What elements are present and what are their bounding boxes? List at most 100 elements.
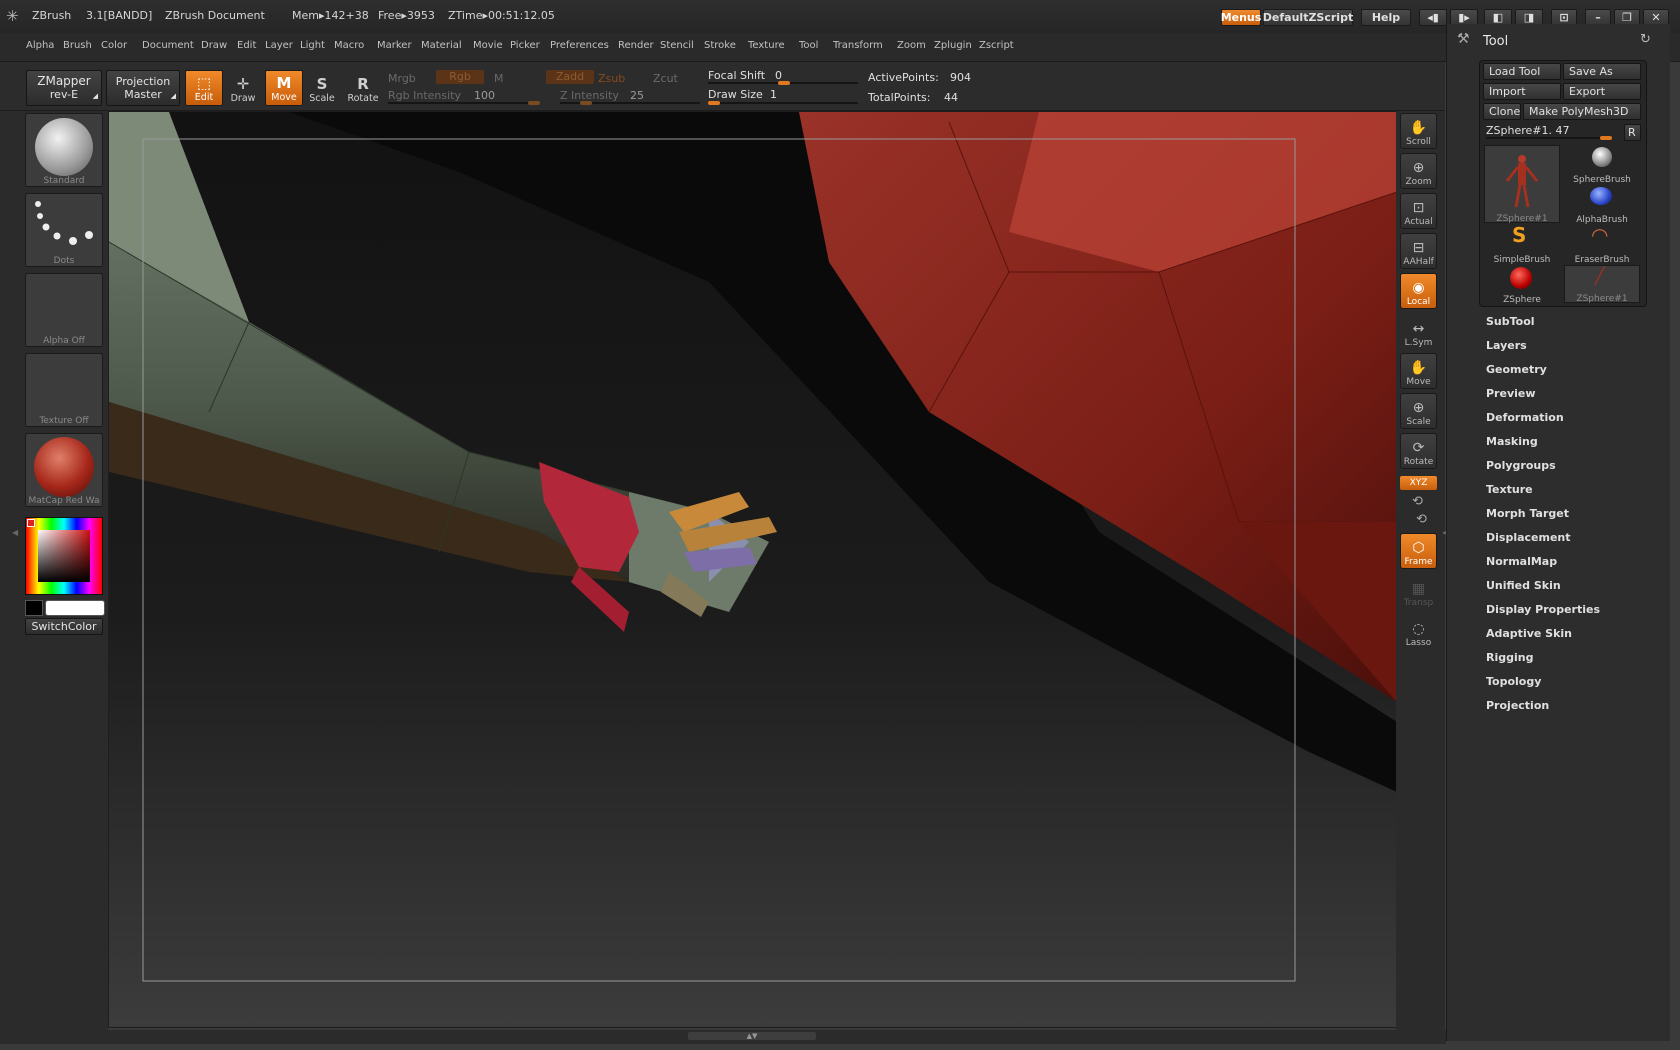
tool-slider-track[interactable] bbox=[1486, 137, 1610, 139]
menu-material[interactable]: Material bbox=[421, 40, 462, 51]
primary-color-swatch[interactable] bbox=[45, 600, 105, 616]
tool-thumb-zsphere1-large[interactable]: ZSphere#1 bbox=[1484, 145, 1560, 224]
rgb-intensity-track[interactable] bbox=[388, 102, 540, 104]
menu-layer[interactable]: Layer bbox=[265, 40, 293, 51]
menus-button[interactable]: Menus bbox=[1221, 9, 1261, 26]
menu-draw[interactable]: Draw bbox=[201, 40, 227, 51]
menu-transform[interactable]: Transform bbox=[833, 40, 883, 51]
rgb-button[interactable]: Rgb bbox=[436, 70, 484, 84]
scale-button[interactable]: S Scale bbox=[303, 70, 341, 106]
menu-alpha[interactable]: Alpha bbox=[26, 40, 54, 51]
viewport-render[interactable] bbox=[109, 112, 1397, 1027]
draw-size-track[interactable] bbox=[708, 102, 858, 104]
material-selector[interactable]: MatCap Red Wa bbox=[25, 433, 103, 507]
switch-color-button[interactable]: SwitchColor bbox=[25, 618, 103, 635]
tool-section-topology[interactable]: Topology bbox=[1486, 675, 1541, 688]
menu-picker[interactable]: Picker bbox=[510, 40, 540, 51]
tool-panel-title[interactable]: Tool bbox=[1483, 34, 1508, 49]
xyz-button[interactable]: XYZ bbox=[1400, 476, 1437, 490]
menu-zplugin[interactable]: Zplugin bbox=[934, 40, 972, 51]
z-intensity-slider[interactable] bbox=[580, 101, 592, 105]
rotate-view-button[interactable]: ⟳ Rotate bbox=[1400, 433, 1437, 469]
menu-stroke[interactable]: Stroke bbox=[704, 40, 736, 51]
stroke-selector[interactable]: Dots bbox=[25, 193, 103, 267]
draw-size-slider[interactable] bbox=[708, 101, 720, 105]
zadd-button[interactable]: Zadd bbox=[546, 70, 594, 84]
zmapper-button[interactable]: ZMapper rev-E ◢ bbox=[26, 70, 102, 106]
brush-selector[interactable]: Standard bbox=[25, 113, 103, 187]
menu-brush[interactable]: Brush bbox=[63, 40, 92, 51]
scale-view-button[interactable]: ⊕ Scale bbox=[1400, 393, 1437, 429]
color-picker[interactable] bbox=[25, 517, 103, 595]
menu-preferences[interactable]: Preferences bbox=[550, 40, 609, 51]
tool-thumb-spherebrush[interactable]: SphereBrush bbox=[1564, 145, 1640, 185]
tool-section-projection[interactable]: Projection bbox=[1486, 699, 1549, 712]
texture-selector[interactable]: Texture Off bbox=[25, 353, 103, 427]
menu-tool[interactable]: Tool bbox=[799, 40, 818, 51]
tool-thumb-eraserbrush[interactable]: ◠ EraserBrush bbox=[1564, 223, 1640, 265]
menu-edit[interactable]: Edit bbox=[237, 40, 256, 51]
move-button[interactable]: M Move bbox=[265, 70, 303, 106]
tool-thumb-zsphere[interactable]: ZSphere bbox=[1484, 265, 1560, 305]
clone-button[interactable]: Clone bbox=[1483, 103, 1521, 120]
color-square[interactable] bbox=[38, 530, 90, 582]
help-button[interactable]: Help bbox=[1361, 9, 1411, 26]
tool-section-layers[interactable]: Layers bbox=[1486, 339, 1527, 352]
lasso-button[interactable]: ◌ Lasso bbox=[1400, 613, 1437, 649]
tool-section-unified-skin[interactable]: Unified Skin bbox=[1486, 579, 1561, 592]
default-zscript-button[interactable]: DefaultZScript bbox=[1263, 9, 1353, 26]
edit-button[interactable]: ⬚ Edit bbox=[185, 70, 223, 106]
menu-color[interactable]: Color bbox=[101, 40, 127, 51]
export-button[interactable]: Export bbox=[1563, 83, 1641, 100]
move-view-button[interactable]: ✋ Move bbox=[1400, 353, 1437, 389]
tool-section-subtool[interactable]: SubTool bbox=[1486, 315, 1535, 328]
mrgb-button[interactable]: Mrgb bbox=[388, 72, 416, 85]
tool-section-rigging[interactable]: Rigging bbox=[1486, 651, 1533, 664]
tool-section-texture[interactable]: Texture bbox=[1486, 483, 1533, 496]
tool-thumb-zsphere1-small[interactable]: ╱ ZSphere#1 bbox=[1564, 265, 1640, 304]
menu-movie[interactable]: Movie bbox=[473, 40, 503, 51]
tool-section-displacement[interactable]: Displacement bbox=[1486, 531, 1571, 544]
rotate-z-icon[interactable]: ⟲ bbox=[1416, 512, 1427, 527]
tool-thumb-simplebrush[interactable]: S SimpleBrush bbox=[1484, 223, 1560, 265]
bottom-tray-handle[interactable]: ▲▼ bbox=[688, 1032, 816, 1040]
m-button[interactable]: M bbox=[494, 72, 504, 85]
tool-section-morph-target[interactable]: Morph Target bbox=[1486, 507, 1569, 520]
load-tool-button[interactable]: Load Tool bbox=[1483, 63, 1561, 80]
actual-button[interactable]: ⊡ Actual bbox=[1400, 193, 1437, 229]
left-tray-arrow-icon[interactable]: ◀ bbox=[12, 528, 18, 537]
tool-section-geometry[interactable]: Geometry bbox=[1486, 363, 1547, 376]
menu-light[interactable]: Light bbox=[300, 40, 325, 51]
menu-marker[interactable]: Marker bbox=[377, 40, 412, 51]
canvas[interactable] bbox=[108, 111, 1398, 1028]
menu-document[interactable]: Document bbox=[142, 40, 194, 51]
make-polymesh-button[interactable]: Make PolyMesh3D bbox=[1523, 103, 1641, 120]
tool-r-button[interactable]: R bbox=[1624, 124, 1641, 141]
frame-button[interactable]: ⬡ Frame bbox=[1400, 533, 1437, 569]
transp-button[interactable]: ▦ Transp bbox=[1400, 573, 1437, 609]
scroll-button[interactable]: ✋ Scroll bbox=[1400, 113, 1437, 149]
menu-zoom[interactable]: Zoom bbox=[897, 40, 926, 51]
tool-section-masking[interactable]: Masking bbox=[1486, 435, 1538, 448]
menu-macro[interactable]: Macro bbox=[334, 40, 364, 51]
alpha-selector[interactable]: Alpha Off bbox=[25, 273, 103, 347]
draw-button[interactable]: ✛ Draw bbox=[224, 70, 262, 106]
save-as-button[interactable]: Save As bbox=[1563, 63, 1641, 80]
refresh-icon[interactable]: ↻ bbox=[1640, 32, 1651, 47]
tool-thumb-alphabrush[interactable]: AlphaBrush bbox=[1564, 185, 1640, 225]
layout-prev-icon[interactable]: ◂▮ bbox=[1419, 9, 1447, 26]
import-button[interactable]: Import bbox=[1483, 83, 1561, 100]
menu-stencil[interactable]: Stencil bbox=[660, 40, 694, 51]
rotate-button[interactable]: R Rotate bbox=[344, 70, 382, 106]
tool-section-adaptive-skin[interactable]: Adaptive Skin bbox=[1486, 627, 1572, 640]
zoom-button[interactable]: ⊕ Zoom bbox=[1400, 153, 1437, 189]
tool-section-display-properties[interactable]: Display Properties bbox=[1486, 603, 1600, 616]
secondary-color-swatch[interactable] bbox=[25, 600, 43, 616]
menu-texture[interactable]: Texture bbox=[748, 40, 785, 51]
menu-render[interactable]: Render bbox=[618, 40, 654, 51]
tool-section-polygroups[interactable]: Polygroups bbox=[1486, 459, 1556, 472]
zsub-button[interactable]: Zsub bbox=[598, 72, 625, 85]
projection-master-button[interactable]: Projection Master ◢ bbox=[106, 70, 180, 106]
tool-section-normalmap[interactable]: NormalMap bbox=[1486, 555, 1557, 568]
rotate-y-icon[interactable]: ⟲ bbox=[1412, 494, 1423, 509]
